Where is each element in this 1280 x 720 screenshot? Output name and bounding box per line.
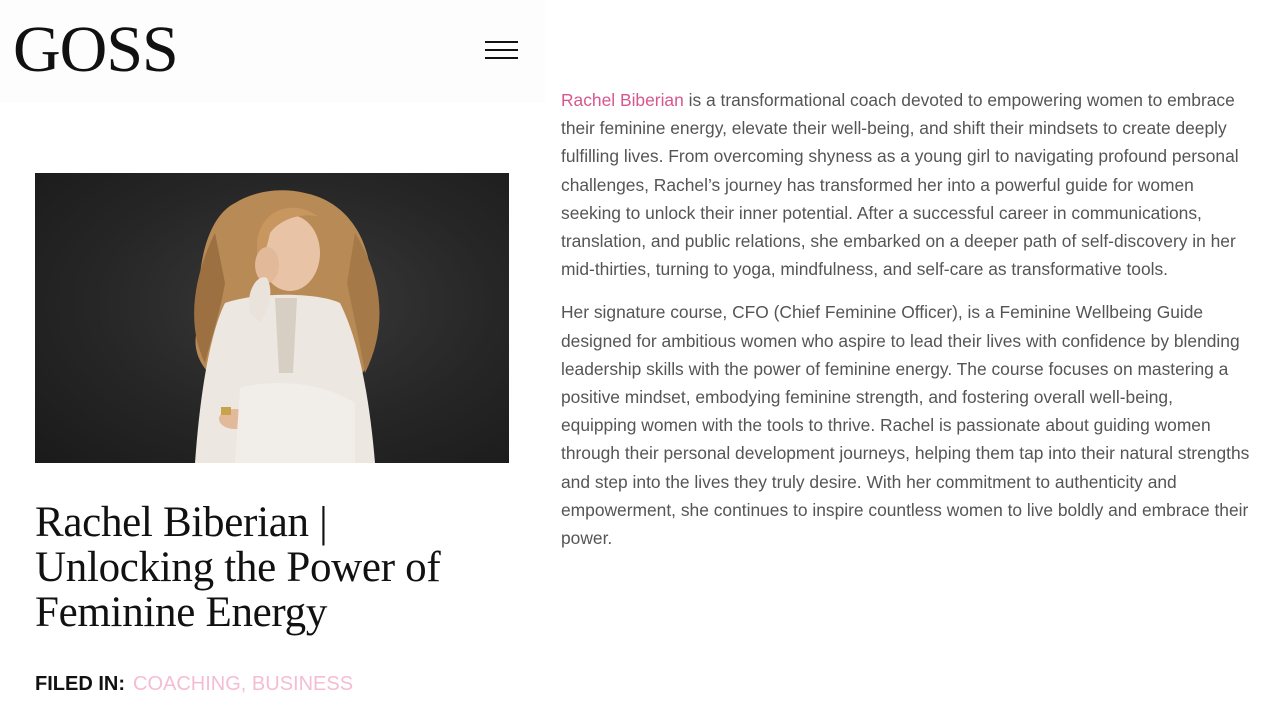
article-body: Rachel Biberian is a transformational co… xyxy=(561,86,1251,567)
category-separator: , xyxy=(240,673,252,695)
category-link-business[interactable]: BUSINESS xyxy=(252,673,353,695)
site-logo[interactable]: GOSS xyxy=(13,12,179,88)
hamburger-menu-icon[interactable] xyxy=(482,38,520,64)
article-paragraph-1: Rachel Biberian is a transformational co… xyxy=(561,86,1251,283)
menu-line xyxy=(485,49,518,51)
portrait-photo-icon xyxy=(194,190,380,463)
author-link[interactable]: Rachel Biberian xyxy=(561,90,684,110)
menu-line xyxy=(485,41,518,43)
filed-in: FILED IN: COACHING, BUSINESS xyxy=(35,671,353,697)
category-link-coaching[interactable]: COACHING xyxy=(133,673,241,695)
article-paragraph-2: Her signature course, CFO (Chief Feminin… xyxy=(561,302,1250,549)
menu-line xyxy=(485,57,518,59)
page-title: Rachel Biberian | Unlocking the Power of… xyxy=(35,499,441,636)
hero-portrait-image xyxy=(35,173,509,463)
site-header: GOSS xyxy=(0,0,545,103)
paragraph-1-text: is a transformational coach devoted to e… xyxy=(561,90,1239,280)
filed-in-label: FILED IN: xyxy=(35,673,125,695)
